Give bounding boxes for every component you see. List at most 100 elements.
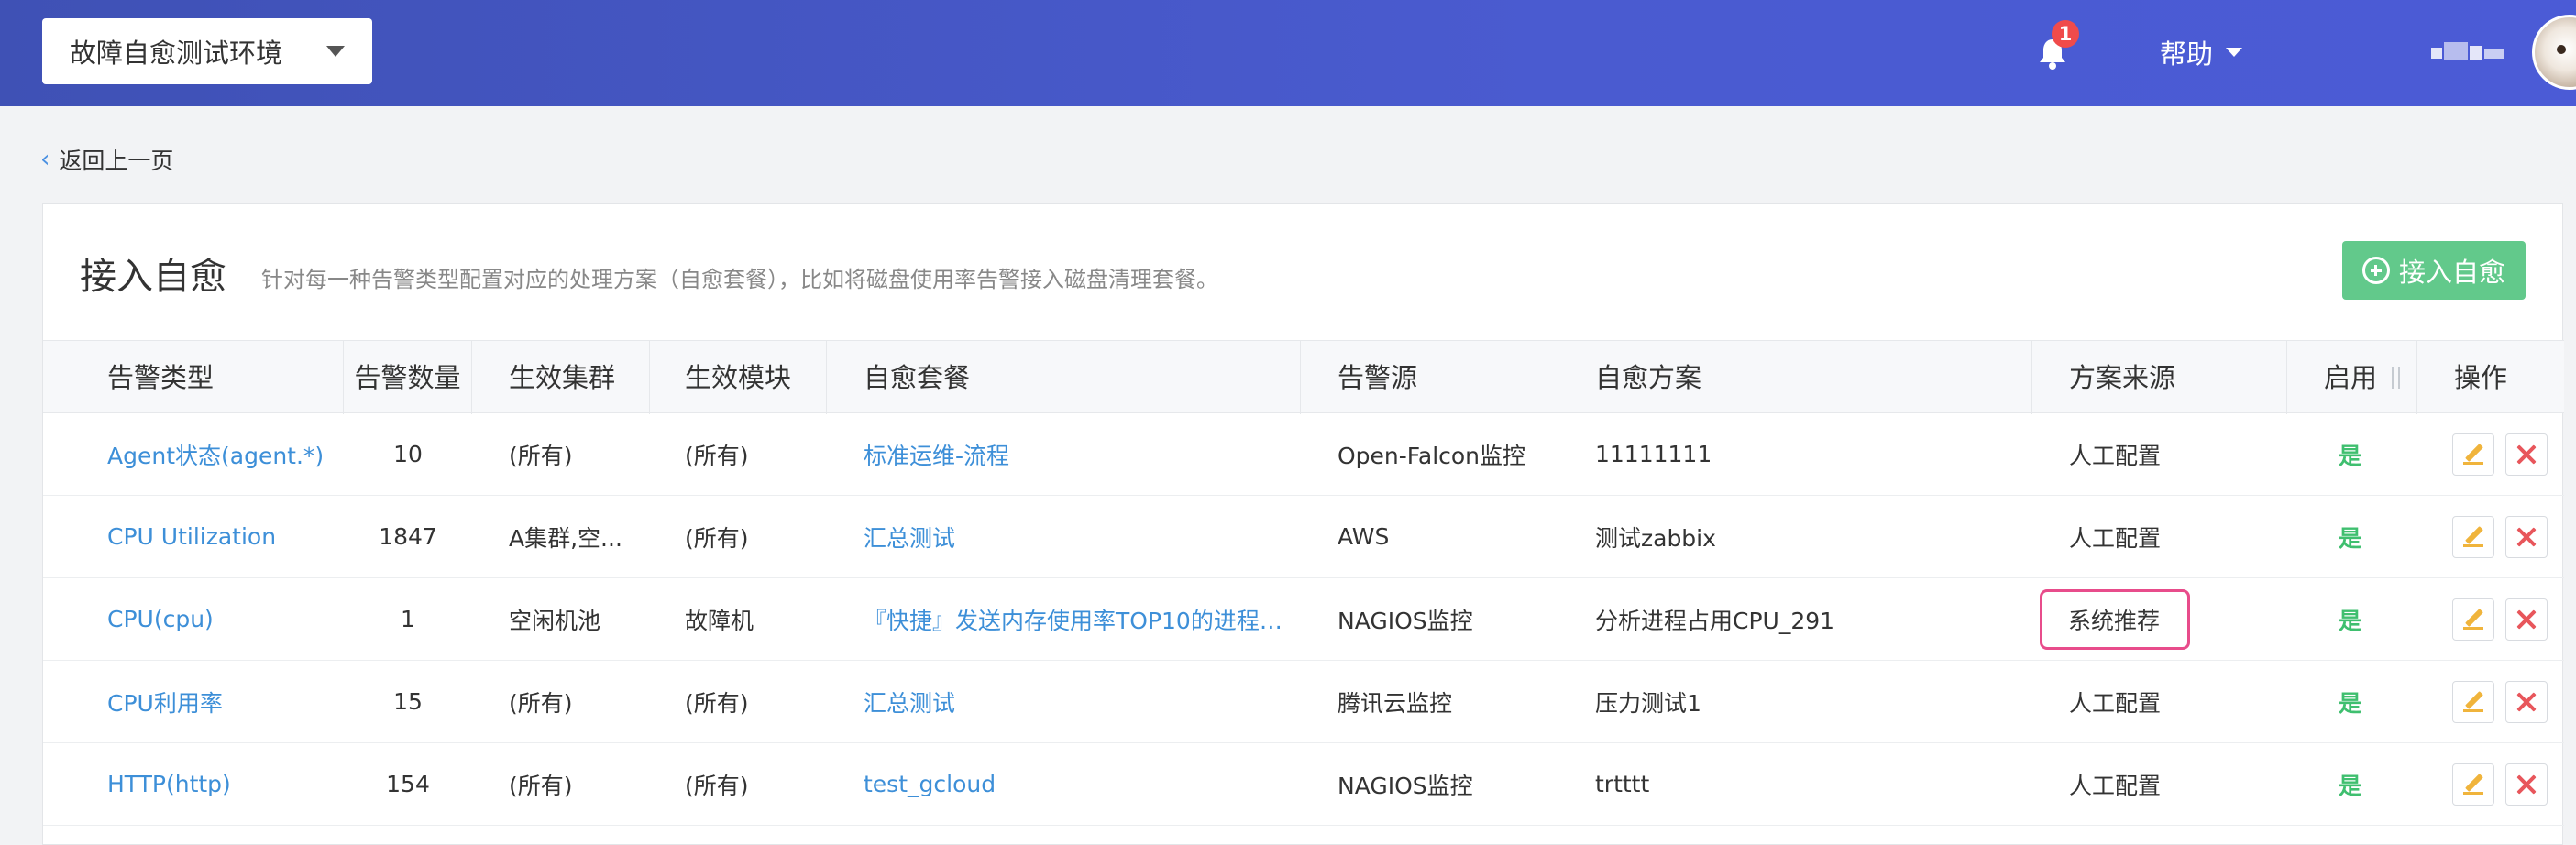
column-header[interactable]: 告警源 [1301,341,1558,414]
auto-heal-card: 接入自愈 针对每一种告警类型配置对应的处理方案（自愈套餐），比如将磁盘使用率告警… [42,203,2564,845]
edit-button[interactable] [2452,680,2494,723]
edit-button[interactable] [2452,515,2494,558]
module: (所有) [685,442,749,469]
close-icon [2516,692,2537,712]
auto-heal-table: 告警类型 告警数量 生效集群 生效模块 自愈套餐 告警源 自愈方案 方案来源 启… [43,340,2564,826]
alarm-source: NAGIOS监控 [1338,607,1473,634]
plan-origin-highlighted: 系统推荐 [2040,588,2191,650]
page-title: 接入自愈 [80,256,226,298]
close-icon [2516,774,2537,795]
column-header-enabled[interactable]: 启用 [2287,341,2417,414]
row-actions [2417,433,2564,476]
column-header[interactable]: 告警类型 [43,341,344,414]
enabled-status[interactable]: 是 [2287,603,2417,636]
enabled-status[interactable]: 是 [2287,521,2417,554]
alarm-type-link[interactable]: CPU Utilization [43,523,344,550]
plan-origin-cell: 系统推荐 [2032,588,2287,650]
table-row: HTTP(http) 154 (所有) (所有) test_gcloud NAG… [43,743,2564,826]
back-link-label: 返回上一页 [59,148,174,174]
delete-button[interactable] [2505,763,2548,806]
alarm-source: 腾讯云监控 [1338,689,1453,717]
package-link[interactable]: 汇总测试 [827,521,1301,554]
enabled-status[interactable]: 是 [2287,438,2417,471]
column-header[interactable]: 生效模块 [650,341,827,414]
edit-button[interactable] [2452,433,2494,476]
delete-button[interactable] [2505,598,2548,641]
heal-plan: trtttt [1595,771,1650,797]
chevron-left-icon: ‹ [40,146,50,173]
row-actions [2417,515,2564,558]
alarm-count: 154 [386,771,430,797]
cluster: (所有) [509,772,573,799]
column-header[interactable]: 自愈方案 [1558,341,2032,414]
notification-badge: 1 [2052,20,2079,48]
column-header[interactable]: 告警数量 [344,341,472,414]
delete-button[interactable] [2505,515,2548,558]
module: (所有) [685,689,749,717]
alarm-count: 1847 [379,523,437,550]
alarm-source: NAGIOS监控 [1338,772,1473,799]
help-menu[interactable]: 帮助 [2160,33,2243,71]
alarm-type-link[interactable]: Agent状态(agent.*) [43,438,344,471]
plus-circle-icon [2361,257,2390,284]
alarm-type-link[interactable]: HTTP(http) [43,771,344,797]
plan-origin: 人工配置 [2069,772,2162,799]
enabled-header-label: 启用 [2324,362,2378,393]
row-actions [2417,763,2564,806]
plan-origin: 人工配置 [2069,442,2162,469]
delete-button[interactable] [2505,433,2548,476]
row-actions [2417,598,2564,641]
alarm-count: 1 [401,606,415,632]
package-link[interactable]: 汇总测试 [827,686,1301,719]
enabled-status[interactable]: 是 [2287,768,2417,801]
page-description: 针对每一种告警类型配置对应的处理方案（自愈套餐），比如将磁盘使用率告警接入磁盘清… [261,267,1218,292]
pencil-icon [2461,690,2485,714]
alarm-source: Open-Falcon监控 [1338,442,1526,469]
pencil-icon [2461,773,2485,796]
package-link[interactable]: 『快捷』发送内存使用率TOP10的进程（... [827,603,1301,636]
heal-plan: 测试zabbix [1595,524,1716,552]
delete-button[interactable] [2505,680,2548,723]
alarm-count: 15 [393,688,423,715]
environment-select[interactable]: 故障自愈测试环境 [42,18,372,84]
package-link[interactable]: test_gcloud [827,771,1301,797]
module: 故障机 [685,607,754,634]
edit-button[interactable] [2452,763,2494,806]
cluster: 空闲机池 [509,607,601,634]
cluster: A集群,空... [509,524,622,552]
heal-plan: 压力测试1 [1595,689,1701,717]
table-row: CPU利用率 15 (所有) (所有) 汇总测试 腾讯云监控 压力测试1 人工配… [43,661,2564,743]
add-auto-heal-label: 接入自愈 [2398,257,2505,288]
sort-icon[interactable] [2390,367,2403,390]
pencil-icon [2461,443,2485,466]
environment-select-value: 故障自愈测试环境 [70,38,283,69]
alarm-type-link[interactable]: CPU利用率 [43,686,344,719]
caret-down-icon [326,46,345,57]
edit-button[interactable] [2452,598,2494,641]
close-icon [2516,527,2537,547]
cluster: (所有) [509,689,573,717]
heal-plan: 分析进程占用CPU_291 [1595,607,1835,634]
column-header[interactable]: 生效集群 [472,341,650,414]
help-label: 帮助 [2160,38,2214,70]
heal-plan: 11111111 [1595,441,1712,467]
plan-origin: 人工配置 [2069,689,2162,717]
cluster: (所有) [509,442,573,469]
column-header: 操作 [2454,362,2508,393]
alarm-type-link[interactable]: CPU(cpu) [43,606,344,632]
pencil-icon [2461,608,2485,631]
close-icon [2516,444,2537,465]
top-navigation-bar: 故障自愈测试环境 1 帮助 [0,0,2576,106]
table-row: CPU(cpu) 1 空闲机池 故障机 『快捷』发送内存使用率TOP10的进程（… [43,578,2564,661]
table-row: CPU Utilization 1847 A集群,空... (所有) 汇总测试 … [43,496,2564,578]
add-auto-heal-button[interactable]: 接入自愈 [2342,241,2526,300]
avatar[interactable] [2532,15,2576,90]
column-header[interactable]: 自愈套餐 [827,341,1301,414]
enabled-status[interactable]: 是 [2287,686,2417,719]
module: (所有) [685,772,749,799]
back-link[interactable]: ‹ 返回上一页 [40,143,173,176]
package-link[interactable]: 标准运维-流程 [827,438,1301,471]
username-pixelated[interactable] [2431,40,2508,64]
column-header[interactable]: 方案来源 [2032,341,2287,414]
alarm-count: 10 [393,441,423,467]
